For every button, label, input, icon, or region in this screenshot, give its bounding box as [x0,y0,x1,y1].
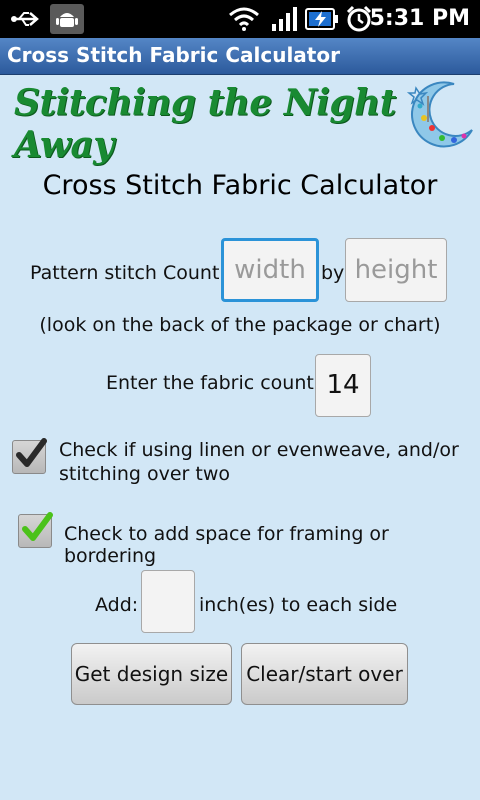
framing-check-label: Check to add space for framing or border… [64,523,389,567]
fabric-count-label: Enter the fabric count: [106,372,321,394]
clear-start-over-button[interactable]: Clear/start over [241,643,408,705]
pattern-hint: (look on the back of the package or char… [39,314,441,336]
app-title: Cross Stitch Fabric Calculator [7,43,340,67]
border-inches-input[interactable] [141,570,195,633]
android-debug-icon [50,4,84,34]
checkmark-icon [16,438,47,467]
framing-checkbox[interactable] [18,512,53,548]
app-title-bar: Cross Stitch Fabric Calculator [0,38,480,75]
form-heading: Cross Stitch Fabric Calculator [42,170,438,201]
signal-icon [268,4,300,34]
battery-charging-icon [304,4,340,34]
add-label: Add: [95,594,139,616]
by-label: by [321,262,345,284]
status-bar: 5:31 PM [0,0,480,38]
moon-logo-icon [402,78,474,150]
fabric-count-input[interactable]: 14 [315,354,371,417]
pattern-count-label: Pattern stitch Count: [30,262,226,284]
linen-checkbox[interactable] [12,438,47,474]
linen-check-label-line2: stitching over two [59,463,231,485]
clock: 5:31 PM [369,6,470,31]
height-input[interactable]: height [345,238,447,302]
usb-icon [8,4,42,34]
get-design-size-button[interactable]: Get design size [71,643,232,705]
checkmark-icon [22,512,53,541]
inches-label: inch(es) to each side [199,594,398,616]
width-input[interactable]: width [221,238,319,302]
linen-check-label-line1: Check if using linen or evenweave, and/o… [59,439,459,461]
wifi-icon [226,4,262,34]
